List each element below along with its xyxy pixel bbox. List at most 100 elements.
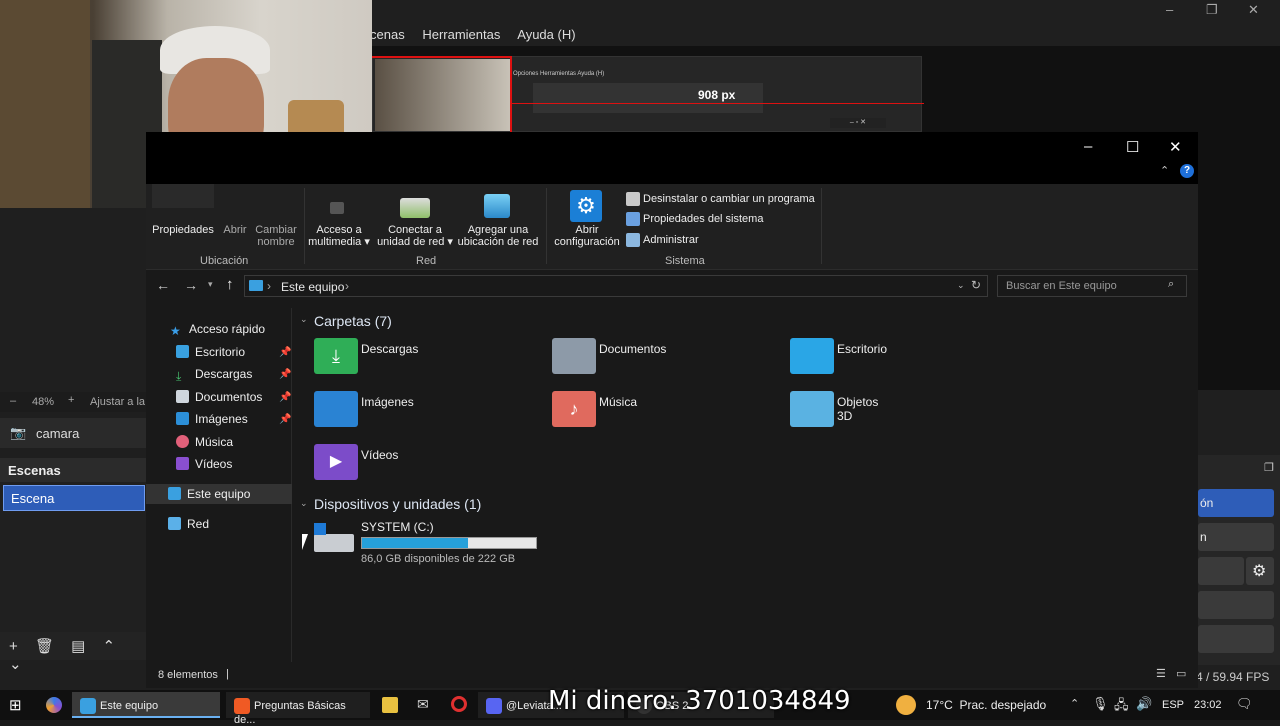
up-arrow-icon[interactable]: ↑: [226, 276, 234, 293]
recent-locations-icon[interactable]: ▾: [208, 279, 213, 290]
properties-button[interactable]: Propiedades: [150, 224, 216, 236]
dock-float-icon[interactable]: ❐: [1264, 461, 1274, 474]
trash-icon[interactable]: 🗑: [35, 638, 54, 655]
menu-ayuda[interactable]: Ayuda (H): [517, 27, 575, 42]
details-view-icon[interactable]: ☰: [1156, 667, 1166, 680]
volume-icon[interactable]: 🔊: [1136, 696, 1152, 712]
folder-musica[interactable]: ♪ Música: [552, 391, 637, 427]
store-icon[interactable]: [382, 697, 398, 713]
nav-documentos[interactable]: Documentos: [176, 390, 262, 404]
weather-moon-icon[interactable]: [896, 695, 916, 715]
system-properties-link[interactable]: Propiedades del sistema: [626, 212, 763, 226]
uninstall-program-link[interactable]: Desinstalar o cambiar un programa: [626, 192, 815, 206]
nav-descargas[interactable]: ⤓ Descargas: [176, 367, 252, 383]
obs-minimize-button[interactable]: –: [1166, 2, 1173, 17]
forward-arrow-icon[interactable]: →: [184, 277, 198, 293]
drive-name: SYSTEM (C:): [361, 520, 434, 534]
folder-documentos[interactable]: Documentos: [552, 338, 666, 374]
filter-icon[interactable]: ▤: [71, 638, 85, 655]
zoom-in-button[interactable]: +: [68, 394, 74, 406]
folder-descargas[interactable]: ⤓ Descargas: [314, 338, 418, 374]
collapse-ribbon-icon[interactable]: ⌃: [1160, 164, 1169, 177]
notifications-icon[interactable]: 🗨: [1236, 696, 1253, 712]
nav-escritorio[interactable]: Escritorio: [176, 345, 245, 359]
zoom-fit-button[interactable]: Ajustar a la: [90, 396, 145, 408]
move-down-icon[interactable]: ⌄: [9, 656, 22, 673]
folder-escritorio[interactable]: Escritorio: [790, 338, 887, 374]
manage-link[interactable]: Administrar: [626, 233, 699, 247]
pin-icon[interactable]: 📌: [279, 414, 291, 425]
pin-icon[interactable]: 📌: [279, 392, 291, 403]
search-input[interactable]: Buscar en Este equipo ⌕: [997, 275, 1187, 297]
drive-c[interactable]: SYSTEM (C:) 86,0 GB disponibles de 222 G…: [314, 520, 544, 570]
nav-quick-access[interactable]: ★ Acceso rápido: [170, 322, 265, 338]
open-settings-button[interactable]: Abrir configuración: [550, 224, 624, 248]
menu-escenas[interactable]: cenas: [370, 27, 405, 42]
scene-item[interactable]: Escena: [3, 485, 145, 511]
nav-videos[interactable]: Vídeos: [176, 457, 232, 471]
weather-text[interactable]: 17°C Prac. despejado: [926, 698, 1046, 712]
copilot-icon[interactable]: [46, 697, 62, 713]
clock[interactable]: 23:02: [1194, 699, 1222, 711]
pin-icon[interactable]: 📌: [279, 347, 291, 358]
taskbar-brave[interactable]: Preguntas Básicas de...: [226, 692, 370, 726]
document-icon: [176, 390, 189, 403]
devices-section-title[interactable]: Dispositivos y unidades (1): [314, 496, 481, 512]
nav-este-equipo[interactable]: Este equipo: [168, 487, 250, 501]
obs-close-button[interactable]: ✕: [1248, 2, 1259, 18]
collapse-chevron-icon[interactable]: ⌄: [300, 314, 308, 325]
large-icons-view-icon[interactable]: ▭: [1176, 667, 1186, 680]
computer-icon: [249, 280, 263, 291]
minimize-button[interactable]: –: [1084, 138, 1092, 155]
dock-button-3[interactable]: [1198, 591, 1274, 619]
add-scene-icon[interactable]: +: [9, 638, 18, 655]
nav-red[interactable]: Red: [168, 517, 209, 531]
obs-record-icon[interactable]: [451, 696, 467, 712]
move-up-icon[interactable]: ⌃: [103, 638, 116, 655]
collapse-chevron-icon[interactable]: ⌄: [300, 498, 308, 509]
rename-button[interactable]: Cambiar nombre: [252, 224, 300, 248]
maximize-button[interactable]: ☐: [1126, 138, 1139, 156]
desktop-icon: [176, 345, 189, 358]
folder-videos[interactable]: ▶ Vídeos: [314, 444, 398, 480]
language-indicator[interactable]: ESP: [1162, 699, 1184, 711]
start-streaming-button[interactable]: ón: [1198, 489, 1274, 517]
nav-imagenes[interactable]: Imágenes: [176, 412, 248, 426]
zoom-out-button[interactable]: –: [10, 395, 16, 407]
dock-button-4[interactable]: [1198, 625, 1274, 653]
mail-icon[interactable]: ✉: [417, 696, 429, 713]
pin-icon[interactable]: 📌: [279, 369, 291, 380]
address-bar[interactable]: › Este equipo › ⌄ ↻: [244, 275, 988, 297]
obs-restore-button[interactable]: ❐: [1206, 2, 1218, 18]
close-button[interactable]: ✕: [1169, 138, 1182, 156]
folder-label: Objetos 3D: [837, 395, 879, 423]
start-recording-button[interactable]: n: [1198, 523, 1274, 551]
folder-imagenes[interactable]: Imágenes: [314, 391, 414, 427]
refresh-icon[interactable]: ↻: [971, 278, 981, 292]
pictures-folder-icon: [314, 391, 358, 427]
item-count: 8 elementos: [158, 669, 218, 681]
microphone-icon[interactable]: 🎙: [1092, 696, 1109, 712]
folder-objetos-3d[interactable]: Objetos 3D: [790, 391, 878, 427]
open-button[interactable]: Abrir: [218, 224, 252, 236]
taskbar-este-equipo[interactable]: Este equipo: [72, 692, 220, 718]
back-arrow-icon[interactable]: ←: [156, 277, 170, 293]
nav-label: Escritorio: [195, 345, 246, 359]
system-properties-label: Propiedades del sistema: [643, 212, 764, 225]
start-button-icon[interactable]: ⊞: [9, 696, 22, 714]
breadcrumb-este-equipo[interactable]: Este equipo: [281, 280, 344, 294]
media-access-button[interactable]: Acceso a multimedia ▾: [308, 224, 370, 248]
map-network-drive-button[interactable]: Conectar a unidad de red ▾: [374, 224, 456, 248]
group-label-red: Red: [416, 255, 437, 267]
dock-button[interactable]: [1198, 557, 1244, 585]
help-icon[interactable]: ?: [1180, 164, 1194, 178]
source-item[interactable]: 📷 camara: [0, 418, 148, 448]
settings-gear-icon[interactable]: ⚙: [1246, 557, 1274, 585]
add-network-location-button[interactable]: Agregar una ubicación de red: [456, 224, 540, 248]
network-icon[interactable]: 🖧: [1114, 696, 1129, 718]
menu-herramientas[interactable]: Herramientas: [422, 27, 500, 42]
nav-musica[interactable]: Música: [176, 435, 233, 449]
folders-section-title[interactable]: Carpetas (7): [314, 313, 392, 329]
address-dropdown-icon[interactable]: ⌄: [957, 280, 965, 291]
show-hidden-icons-icon[interactable]: ⌃: [1070, 697, 1079, 710]
